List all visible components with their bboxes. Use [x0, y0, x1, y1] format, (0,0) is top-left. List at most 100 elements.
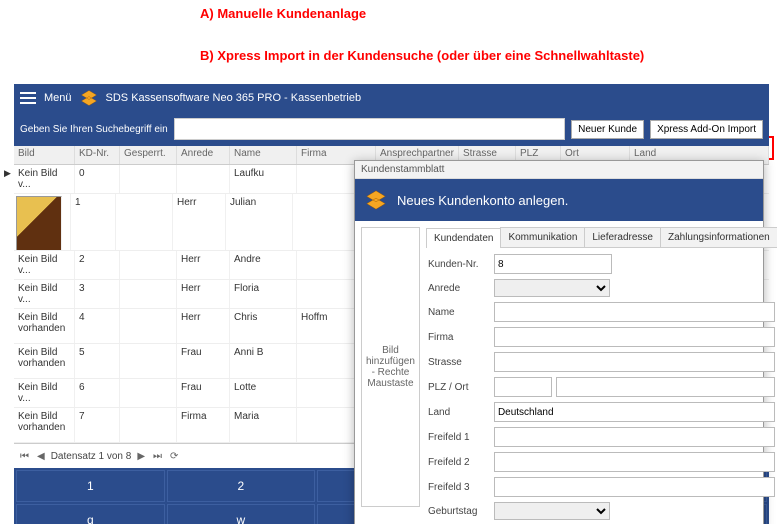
cell: Herr	[173, 194, 226, 250]
col-name[interactable]: Name	[230, 146, 297, 164]
cell: Firma	[177, 408, 230, 442]
customer-thumb	[16, 196, 62, 250]
cell	[120, 309, 177, 343]
cell: 3	[75, 280, 120, 308]
cell: Kein Bild vorhanden	[14, 309, 75, 343]
dialog-window-title: Kundenstammblatt	[355, 161, 763, 179]
menubar: Menü SDS Kassensoftware Neo 365 PRO - Ka…	[14, 84, 769, 112]
input-land[interactable]	[494, 402, 775, 422]
col-gesperrt[interactable]: Gesperrt.	[120, 146, 177, 164]
customer-form: Kunden-Nr. Anrede Name Firma Strasse PLZ…	[426, 248, 777, 524]
cell: Chris	[230, 309, 297, 343]
input-name[interactable]	[494, 302, 775, 322]
label-anrede: Anrede	[428, 283, 490, 294]
new-customer-button[interactable]: Neuer Kunde	[571, 120, 644, 139]
app-title: SDS Kassensoftware Neo 365 PRO - Kassenb…	[106, 92, 362, 104]
cell	[116, 194, 173, 250]
pager-last[interactable]: ⏭	[151, 451, 164, 462]
input-ort[interactable]	[556, 377, 775, 397]
label-kundennr: Kunden-Nr.	[428, 259, 490, 270]
cell: 6	[75, 379, 120, 407]
search-input[interactable]	[174, 118, 565, 140]
select-anrede[interactable]	[494, 279, 610, 297]
annotation-a: A) Manuelle Kundenanlage	[200, 6, 366, 21]
cell: Floria	[230, 280, 297, 308]
cell: Lotte	[230, 379, 297, 407]
col-kdnr[interactable]: KD-Nr.	[75, 146, 120, 164]
xpress-import-button[interactable]: Xpress Add-On Import	[650, 120, 763, 139]
cell: 7	[75, 408, 120, 442]
select-geburtstag[interactable]	[494, 502, 610, 520]
searchbar: Geben Sie Ihren Suchebegriff ein Neuer K…	[14, 112, 769, 146]
label-ff3: Freifeld 3	[428, 482, 490, 493]
cell: 4	[75, 309, 120, 343]
label-ff2: Freifeld 2	[428, 457, 490, 468]
cell: Laufku	[230, 165, 297, 193]
pager-next[interactable]: ▶	[135, 451, 147, 462]
cell: 2	[75, 251, 120, 279]
cell: 5	[75, 344, 120, 378]
image-dropzone[interactable]: Bild hinzufügen - Rechte Maustaste	[361, 227, 420, 507]
tab-kundendaten[interactable]: Kundendaten	[426, 228, 502, 248]
cell: Kein Bild v...	[14, 379, 75, 407]
dialog-heading: Neues Kundenkonto anlegen.	[397, 193, 568, 208]
cell	[177, 165, 230, 193]
cell: 1	[71, 194, 116, 250]
input-plz[interactable]	[494, 377, 552, 397]
cell	[14, 194, 71, 250]
cell	[120, 379, 177, 407]
cell: Kein Bild v...	[14, 280, 75, 308]
label-geburtstag: Geburtstag	[428, 506, 490, 517]
key-1[interactable]: 1	[16, 470, 165, 502]
cell: Andre	[230, 251, 297, 279]
pager-reload[interactable]: ⟳	[168, 451, 180, 462]
col-anrede[interactable]: Anrede	[177, 146, 230, 164]
hamburger-icon[interactable]	[20, 92, 36, 104]
input-firma[interactable]	[494, 327, 775, 347]
tab-kommunikation[interactable]: Kommunikation	[500, 227, 585, 247]
input-ff1[interactable]	[494, 427, 775, 447]
cell	[120, 344, 177, 378]
dialog-header: Neues Kundenkonto anlegen.	[355, 179, 763, 221]
customer-dialog: Kundenstammblatt Neues Kundenkonto anleg…	[354, 160, 764, 524]
dialog-logo-icon	[365, 189, 387, 211]
pager-prev[interactable]: ◀	[35, 451, 47, 462]
col-bild[interactable]: Bild	[14, 146, 75, 164]
label-name: Name	[428, 307, 490, 318]
input-strasse[interactable]	[494, 352, 775, 372]
cell: Herr	[177, 309, 230, 343]
cell: Kein Bild vorhanden	[14, 344, 75, 378]
annotation-b: B) Xpress Import in der Kundensuche (ode…	[200, 48, 644, 63]
cell: Kein Bild vorhanden	[14, 408, 75, 442]
pager-first[interactable]: ⏮	[18, 451, 31, 462]
cell	[120, 165, 177, 193]
pager-text: Datensatz 1 von 8	[51, 451, 132, 462]
key-2[interactable]: 2	[167, 470, 316, 502]
label-ff1: Freifeld 1	[428, 432, 490, 443]
label-strasse: Strasse	[428, 357, 490, 368]
cell: Herr	[177, 251, 230, 279]
input-ff3[interactable]	[494, 477, 775, 497]
key-w[interactable]: w	[167, 504, 316, 524]
cell: Maria	[230, 408, 297, 442]
label-land: Land	[428, 407, 490, 418]
cell: Kein Bild v...	[14, 165, 75, 193]
cell	[120, 251, 177, 279]
cell	[120, 280, 177, 308]
cell: Anni B	[230, 344, 297, 378]
app-logo-icon	[80, 89, 98, 107]
tab-lieferadresse[interactable]: Lieferadresse	[584, 227, 661, 247]
cell: 0	[75, 165, 120, 193]
tab-zahlungsinformationen[interactable]: Zahlungsinformationen	[660, 227, 777, 247]
cell: Herr	[177, 280, 230, 308]
menu-label[interactable]: Menü	[44, 92, 72, 104]
dialog-tabs: Kundendaten Kommunikation Lieferadresse …	[426, 227, 777, 248]
cell	[120, 408, 177, 442]
cell: Frau	[177, 379, 230, 407]
input-kundennr[interactable]	[494, 254, 612, 274]
cell: Julian	[226, 194, 293, 250]
key-q[interactable]: q	[16, 504, 165, 524]
input-ff2[interactable]	[494, 452, 775, 472]
cell: Kein Bild v...	[14, 251, 75, 279]
cell: Frau	[177, 344, 230, 378]
